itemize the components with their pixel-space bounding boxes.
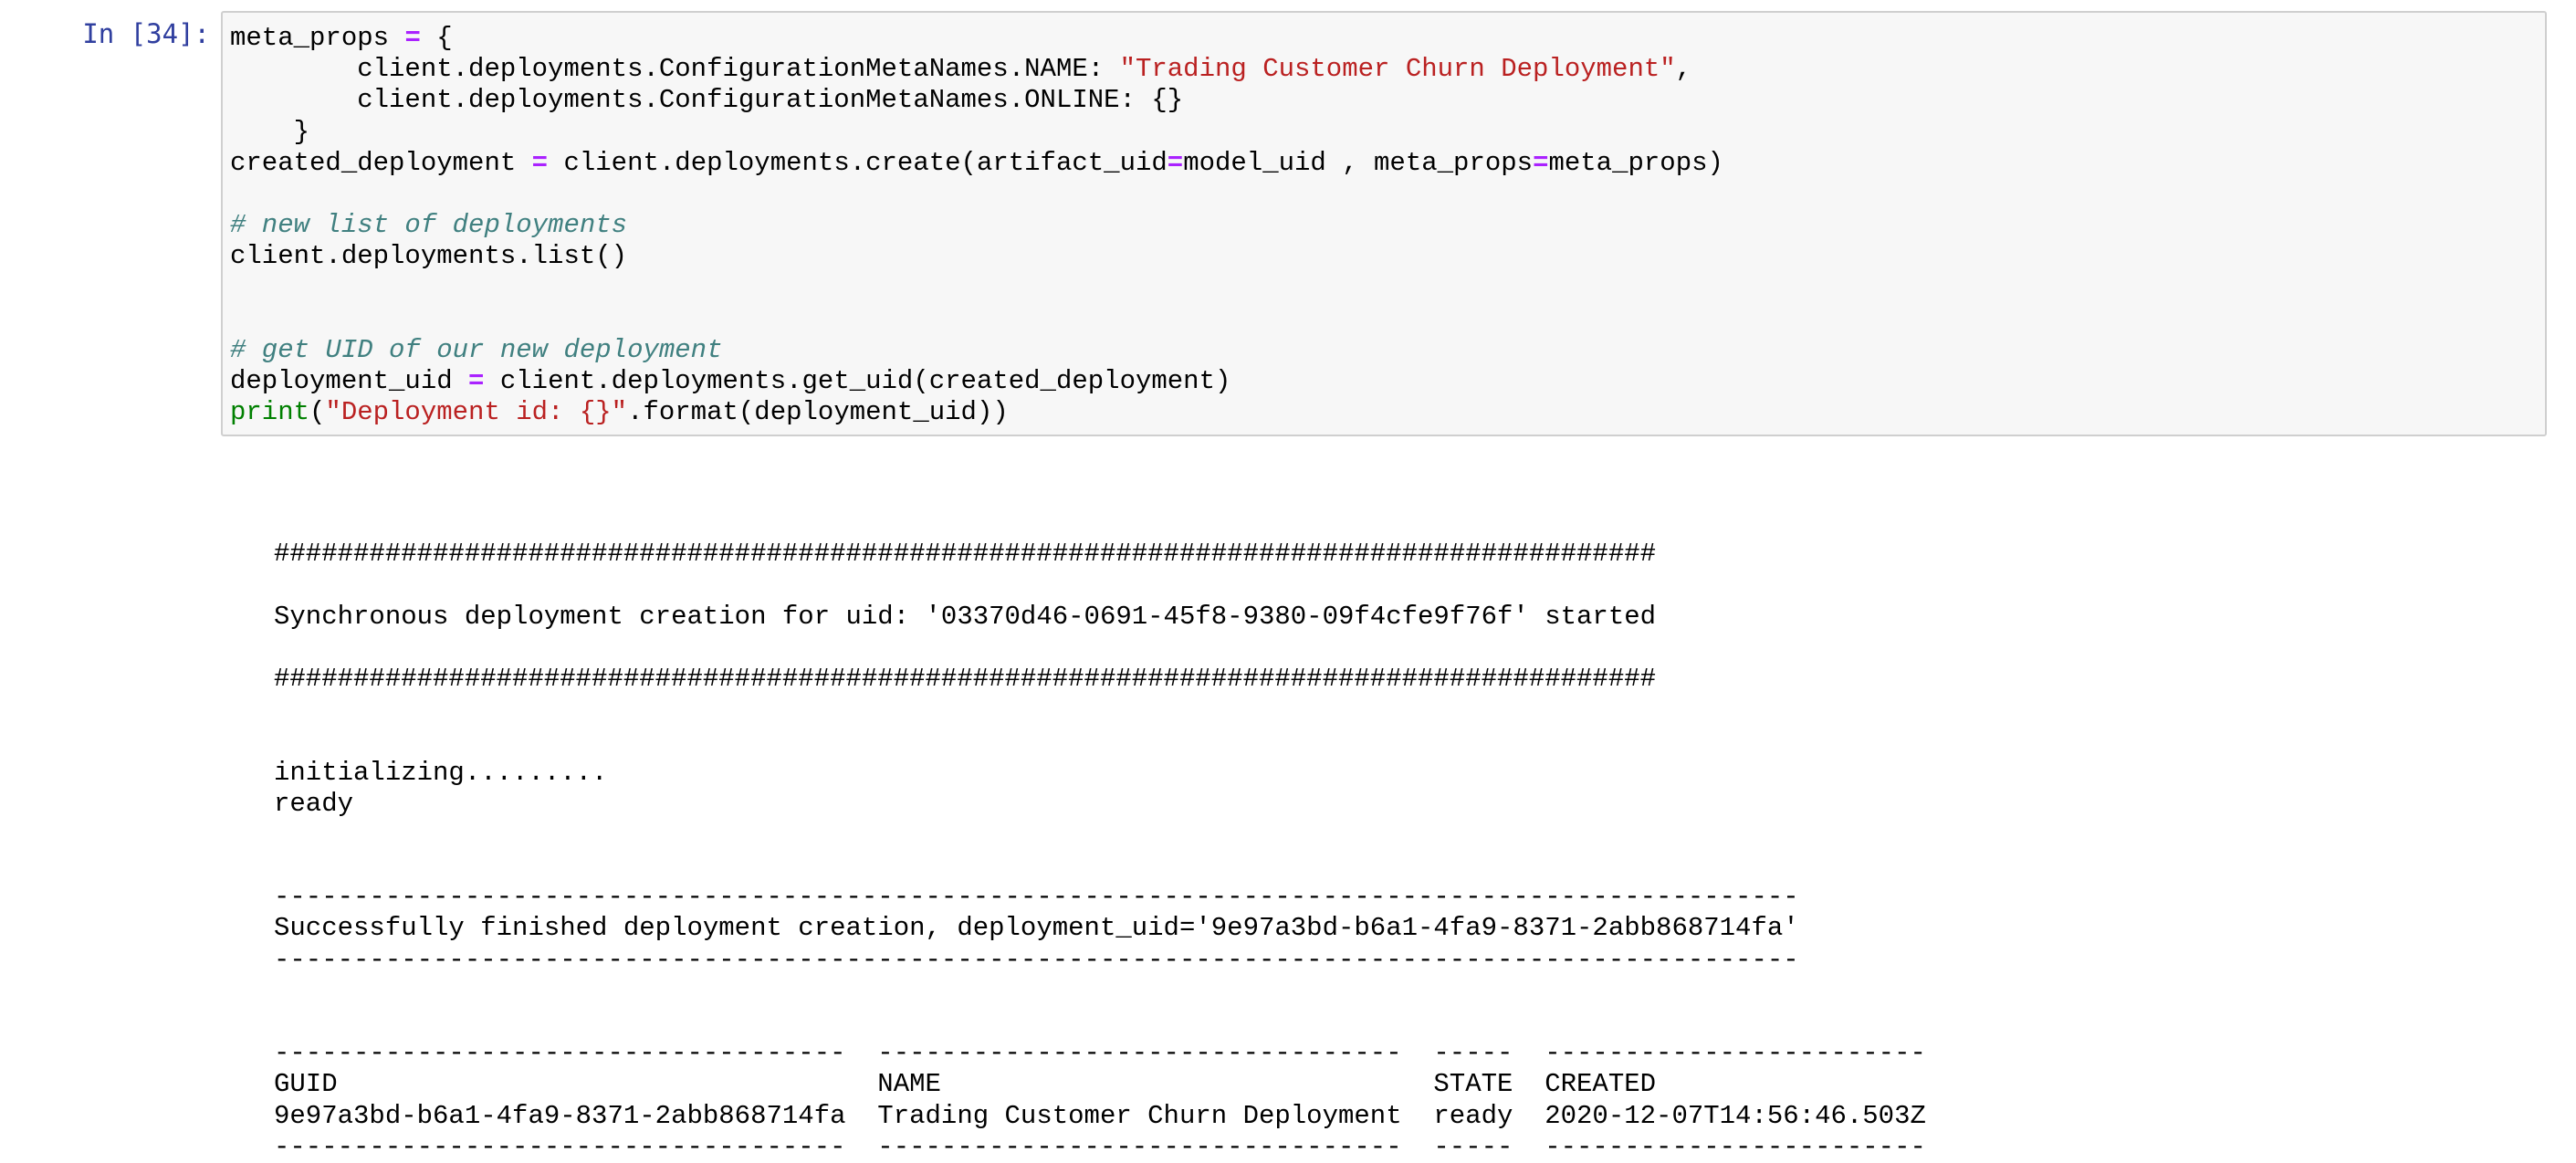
code-operator: =: [404, 23, 421, 53]
code-builtin: print: [230, 397, 310, 428]
code-line: # get UID of our new deployment: [230, 335, 1723, 366]
code-comment: # get UID of our new deployment: [230, 334, 723, 365]
output-line: 9e97a3bd-b6a1-4fa9-8371-2abb868714fa Tra…: [274, 1100, 1926, 1131]
code-cell-input[interactable]: meta_props = { client.deployments.Config…: [221, 11, 2547, 436]
code-token: client.deployments.create(artifact_uid: [548, 147, 1168, 178]
code-string: "Trading Customer Churn Deployment": [1119, 54, 1676, 85]
code-token: client.deployments.list(): [230, 241, 628, 272]
cell-output: ########################################…: [274, 508, 1926, 1163]
code-line: meta_props = {: [230, 23, 1723, 54]
output-line: ------------------------------------ ---…: [274, 1131, 1926, 1162]
output-line: GUID NAME STATE CREATED: [274, 1069, 1657, 1100]
code-token: client.deployments.ConfigurationMetaName…: [230, 54, 1120, 85]
code-line: client.deployments.ConfigurationMetaName…: [230, 54, 1723, 85]
code-token: (: [309, 397, 326, 428]
code-comment: # new list of deployments: [230, 210, 628, 241]
output-line: ------------------------------------ ---…: [274, 1038, 1926, 1069]
code-operator: =: [1167, 147, 1184, 178]
output-line: Successfully finished deployment creatio…: [274, 913, 1799, 944]
output-line: ########################################…: [274, 539, 1657, 570]
code-token: meta_props: [230, 23, 405, 53]
code-operator: =: [468, 366, 485, 397]
output-line: ----------------------------------------…: [274, 882, 1799, 913]
output-line: Synchronous deployment creation for uid:…: [274, 601, 1657, 632]
code-line: client.deployments.ConfigurationMetaName…: [230, 85, 1723, 116]
code-token: created_deployment: [230, 147, 532, 178]
code-token: meta_props): [1548, 147, 1723, 178]
code-line: print("Deployment id: {}".format(deploym…: [230, 397, 1723, 428]
code-token: deployment_uid: [230, 366, 469, 397]
code-string: "Deployment id: {}": [325, 397, 628, 428]
code-line: # new list of deployments: [230, 210, 1723, 241]
code-token: ,: [1675, 54, 1692, 85]
code-token: client.deployments.ConfigurationMetaName…: [230, 85, 1184, 116]
output-line: ready: [274, 788, 354, 819]
code-line: deployment_uid = client.deployments.get_…: [230, 366, 1723, 397]
code-token: client.deployments.get_uid(created_deplo…: [484, 366, 1231, 397]
code-token: model_uid , meta_props: [1183, 147, 1534, 178]
output-line: initializing.........: [274, 757, 608, 788]
code-token: }: [230, 116, 310, 147]
output-line: ########################################…: [274, 663, 1657, 694]
code-token: {: [420, 23, 453, 53]
code-operator: =: [531, 147, 549, 178]
code-line: client.deployments.list(): [230, 241, 1723, 272]
code-operator: =: [1533, 147, 1549, 178]
code-token: .format(deployment_uid)): [627, 397, 1009, 428]
code-line: }: [230, 117, 1723, 148]
input-prompt: In [34]:: [82, 18, 210, 49]
code-editor[interactable]: meta_props = { client.deployments.Config…: [230, 23, 1723, 428]
output-line: ----------------------------------------…: [274, 944, 1799, 975]
code-line: created_deployment = client.deployments.…: [230, 148, 1723, 179]
